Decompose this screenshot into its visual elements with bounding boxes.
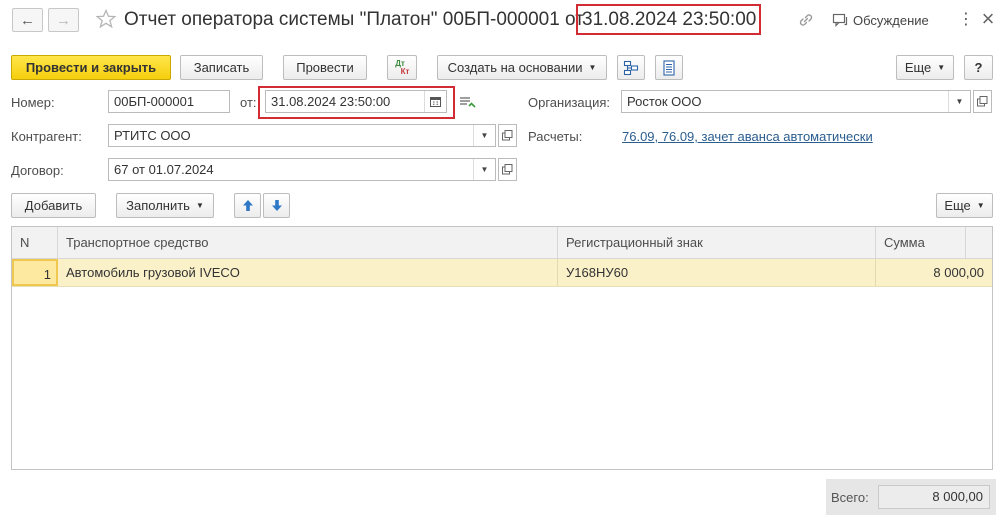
counterparty-field[interactable]: РТИТС ООО ▼	[108, 124, 496, 147]
open-contract-button[interactable]	[498, 158, 517, 181]
chevron-down-icon: ▼	[937, 63, 946, 72]
chevron-down-icon: ▼	[588, 63, 597, 72]
arrow-left-icon: ←	[20, 11, 35, 29]
contract-field[interactable]: 67 от 01.07.2024 ▼	[108, 158, 496, 181]
post-and-close-button[interactable]: Провести и закрыть	[11, 55, 171, 80]
total-label: Всего:	[831, 490, 869, 505]
open-organization-button[interactable]	[973, 90, 992, 113]
post-button[interactable]: Провести	[283, 55, 367, 80]
post-and-close-label: Провести и закрыть	[25, 60, 157, 75]
number-label: Номер:	[11, 95, 55, 110]
more-button[interactable]: Еще ▼	[896, 55, 954, 80]
post-label: Провести	[296, 60, 354, 75]
chevron-down-icon: ▼	[195, 201, 204, 210]
settlements-label: Расчеты:	[528, 129, 583, 144]
organization-value: Росток ООО	[627, 94, 702, 109]
move-down-button[interactable]	[263, 193, 290, 218]
dt-kt-button[interactable]: Дт Кт	[387, 55, 417, 80]
structure-button[interactable]	[617, 55, 645, 80]
arrow-up-icon	[242, 200, 253, 211]
more-menu-icon[interactable]: ⋮	[958, 9, 974, 31]
list-icon	[662, 59, 676, 76]
calendar-icon[interactable]	[424, 91, 446, 112]
close-icon[interactable]: ×	[979, 7, 997, 31]
help-button[interactable]: ?	[964, 55, 993, 80]
move-up-button[interactable]	[234, 193, 261, 218]
save-label: Записать	[193, 60, 250, 75]
structure-icon	[623, 60, 639, 76]
table-more-label: Еще	[944, 198, 971, 213]
counterparty-value: РТИТС ООО	[114, 128, 191, 143]
discussion-button[interactable]: Обсуждение	[832, 11, 929, 29]
settlements-link[interactable]: 76.09, 76.09, зачет аванса автоматически	[622, 129, 873, 144]
plate-cell[interactable]: У168НУ60	[558, 259, 876, 286]
help-label: ?	[974, 60, 983, 75]
more-label: Еще	[904, 60, 932, 75]
arrow-down-icon	[271, 200, 282, 211]
column-header-plate[interactable]: Регистрационный знак	[558, 227, 876, 258]
organization-field[interactable]: Росток ООО ▼	[621, 90, 971, 113]
table-row[interactable]: 1 Автомобиль грузовой IVECO У168НУ60 8 0…	[12, 259, 992, 287]
open-link-icon	[977, 96, 988, 107]
page-title: Отчет оператора системы "Платон" 00БП-00…	[124, 9, 584, 30]
edit-number-icon[interactable]	[459, 94, 477, 110]
total-value: 8 000,00	[878, 485, 990, 509]
save-button[interactable]: Записать	[180, 55, 263, 80]
header-filler	[965, 227, 992, 258]
create-based-on-button[interactable]: Создать на основании ▼	[437, 55, 607, 80]
total-panel: Всего: 8 000,00	[826, 479, 996, 515]
back-button[interactable]: ←	[12, 8, 43, 32]
organization-label: Организация:	[528, 95, 611, 110]
contract-value: 67 от 01.07.2024	[114, 162, 214, 177]
number-field[interactable]: 00БП-000001	[108, 90, 230, 113]
open-counterparty-button[interactable]	[498, 124, 517, 147]
chevron-down-icon[interactable]: ▼	[473, 125, 495, 146]
counterparty-label: Контрагент:	[11, 129, 82, 144]
column-header-vehicle[interactable]: Транспортное средство	[58, 227, 558, 258]
open-link-icon	[502, 164, 513, 175]
fill-button[interactable]: Заполнить ▼	[116, 193, 214, 218]
chat-icon	[832, 12, 848, 28]
date-field[interactable]: 31.08.2024 23:50:00	[265, 90, 447, 113]
chevron-down-icon[interactable]: ▼	[473, 159, 495, 180]
discussion-label: Обсуждение	[853, 12, 929, 28]
fill-label: Заполнить	[126, 198, 190, 213]
open-link-icon	[502, 130, 513, 141]
dt-kt-icon: Дт Кт	[395, 59, 410, 76]
arrow-right-icon: →	[56, 11, 71, 29]
vehicle-cell[interactable]: Автомобиль грузовой IVECO	[58, 259, 558, 286]
column-header-sum[interactable]: Сумма	[876, 227, 965, 258]
chevron-down-icon[interactable]: ▼	[948, 91, 970, 112]
add-row-button[interactable]: Добавить	[11, 193, 96, 218]
chevron-down-icon: ▼	[976, 201, 985, 210]
row-number-cell[interactable]: 1	[12, 259, 58, 286]
report-list-button[interactable]	[655, 55, 683, 80]
table-more-button[interactable]: Еще ▼	[936, 193, 993, 218]
date-value: 31.08.2024 23:50:00	[271, 94, 391, 109]
vehicles-table[interactable]: N Транспортное средство Регистрационный …	[11, 226, 993, 470]
link-icon[interactable]	[797, 11, 815, 29]
forward-button[interactable]: →	[48, 8, 79, 32]
date-label: от:	[240, 95, 257, 110]
sum-cell[interactable]: 8 000,00	[876, 259, 992, 286]
create-based-on-label: Создать на основании	[447, 60, 583, 75]
kt-text: Кт	[400, 66, 410, 76]
add-row-label: Добавить	[24, 198, 83, 213]
title-date-highlighted: 31.08.2024 23:50:00	[576, 4, 761, 35]
contract-label: Договор:	[11, 163, 64, 178]
table-header: N Транспортное средство Регистрационный …	[12, 227, 992, 259]
favorite-star-icon[interactable]	[95, 8, 117, 29]
column-header-n[interactable]: N	[12, 227, 58, 258]
